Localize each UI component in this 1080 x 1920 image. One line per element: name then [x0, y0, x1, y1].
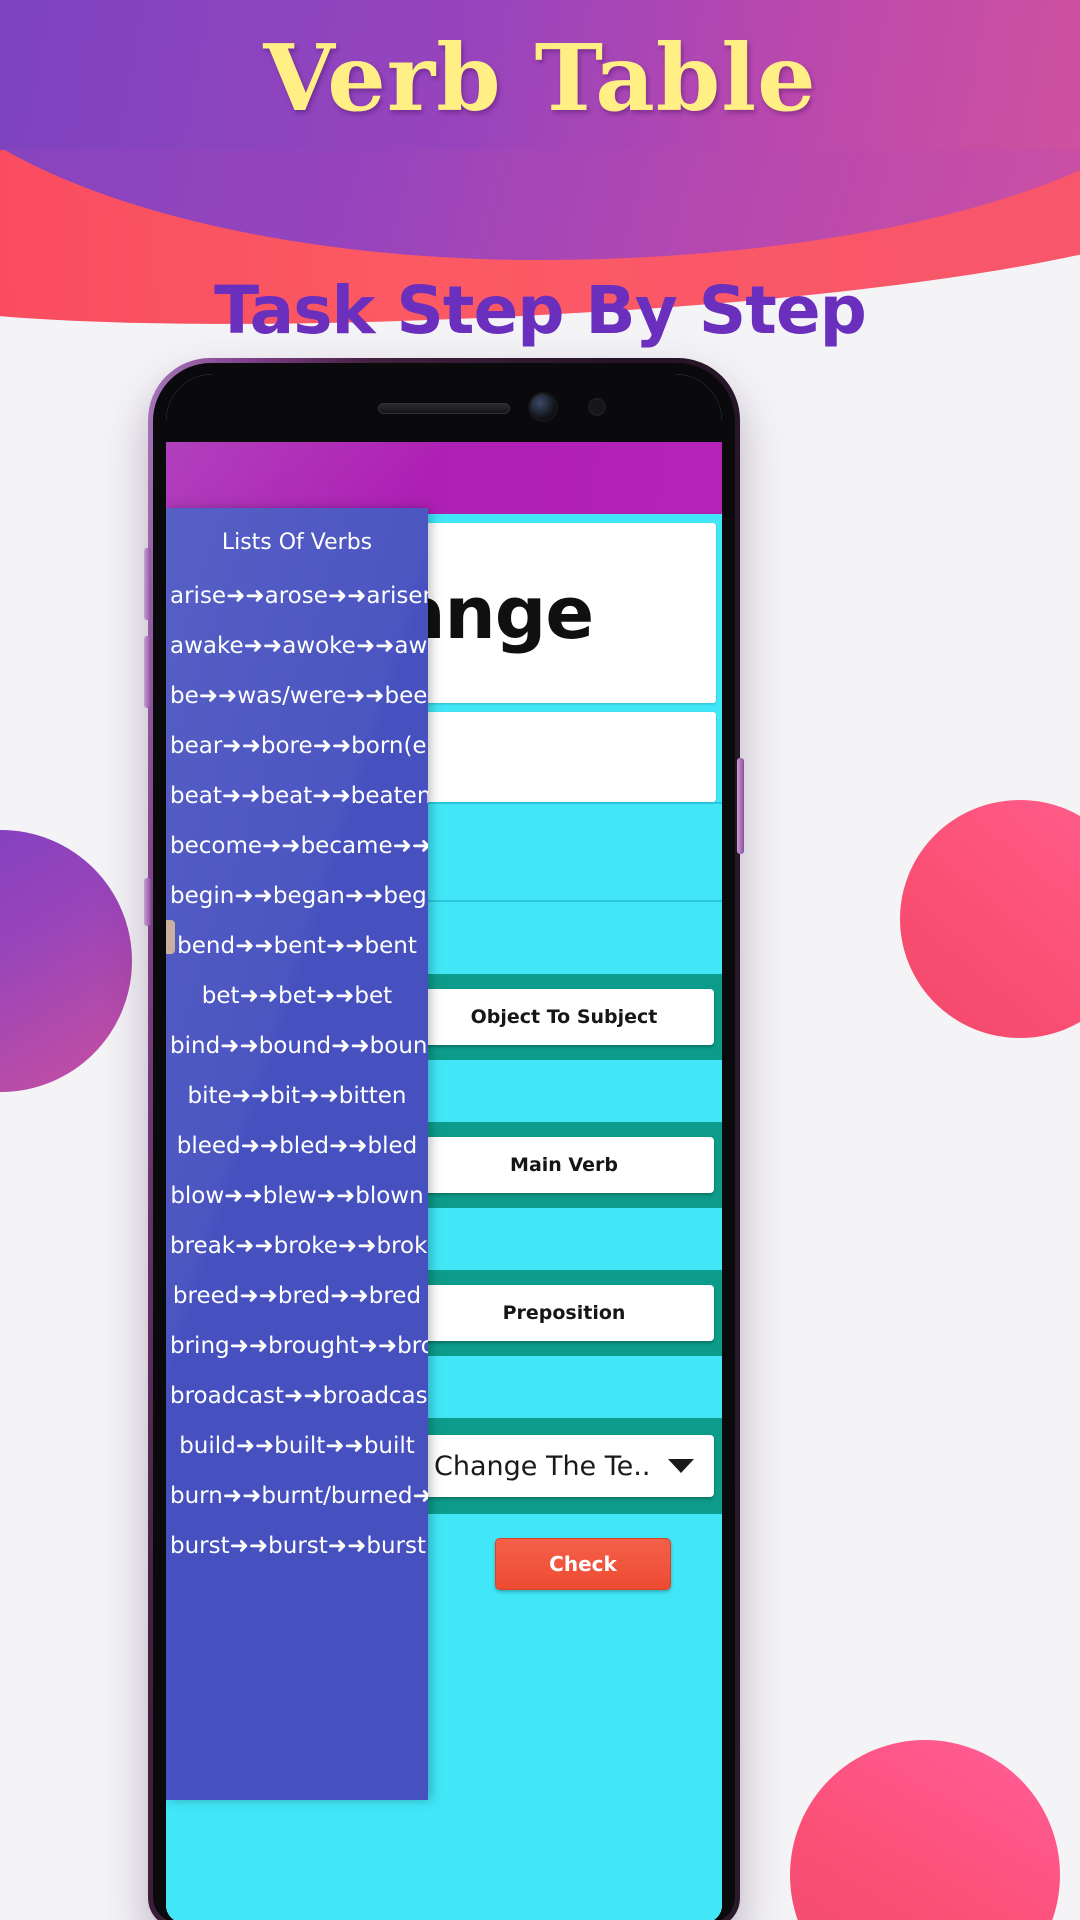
preposition-button[interactable]: Preposition: [414, 1285, 714, 1341]
verb-list-item[interactable]: beat➜➜beat➜➜beaten: [166, 771, 428, 821]
toolbar-sheen: [166, 442, 722, 514]
verb-list-item[interactable]: awake➜➜awoke➜➜awoken: [166, 621, 428, 671]
power-button[interactable]: [737, 758, 744, 854]
earpiece-speaker: [378, 402, 510, 414]
app-toolbar: [166, 442, 722, 514]
proximity-sensor-icon: [590, 400, 604, 414]
verb-list-item[interactable]: blow➜➜blew➜➜blown: [166, 1171, 428, 1221]
background-blob-right: [900, 800, 1080, 1038]
background-blob-left: [0, 830, 132, 1092]
verb-list-item[interactable]: arise➜➜arose➜➜arisen: [166, 571, 428, 621]
background-blob-bottom: [790, 1740, 1060, 1920]
verb-list-item[interactable]: breed➜➜bred➜➜bred: [166, 1271, 428, 1321]
verb-list-item[interactable]: burst➜➜burst➜➜burst: [166, 1521, 428, 1571]
verb-list-item[interactable]: begin➜➜began➜➜begun: [166, 871, 428, 921]
verb-list-item[interactable]: become➜➜became➜➜become: [166, 821, 428, 871]
volume-up-button[interactable]: [144, 548, 151, 620]
verb-list-drawer[interactable]: Lists Of Verbs arise➜➜arose➜➜arisen awake…: [166, 508, 428, 1800]
verb-list-title: Lists Of Verbs: [221, 530, 373, 555]
drawer-handle[interactable]: [166, 920, 175, 954]
front-camera-icon: [530, 394, 556, 420]
verb-list-item[interactable]: be➜➜was/were➜➜been: [166, 671, 428, 721]
phone-top-hardware: [166, 374, 722, 442]
verb-list-item[interactable]: bear➜➜bore➜➜born(e): [166, 721, 428, 771]
verb-list-item[interactable]: bring➜➜brought➜➜brought: [166, 1321, 428, 1371]
chevron-down-icon: [668, 1459, 694, 1473]
verb-list-item[interactable]: bite➜➜bit➜➜bitten: [166, 1071, 428, 1121]
volume-down-button[interactable]: [144, 636, 151, 708]
check-button[interactable]: Check: [495, 1538, 671, 1590]
object-to-subject-button[interactable]: Object To Subject: [414, 989, 714, 1045]
verb-list-item[interactable]: bend➜➜bent➜➜bent: [166, 921, 428, 971]
phone-bezel: Change Object ➜ Subject: [153, 363, 735, 1920]
verb-list-item[interactable]: build➜➜built➜➜built: [166, 1421, 428, 1471]
section-title: Task Step By Step: [214, 272, 867, 349]
main-verb-button[interactable]: Main Verb: [414, 1137, 714, 1193]
change-tense-dropdown[interactable]: Change The Te..: [414, 1435, 714, 1497]
verb-list-item[interactable]: broadcast➜➜broadcast➜➜br..: [166, 1371, 428, 1421]
verb-list[interactable]: arise➜➜arose➜➜arisenawake➜➜awoke➜➜awoken…: [166, 571, 428, 1571]
verb-list-item[interactable]: bind➜➜bound➜➜bound: [166, 1021, 428, 1071]
verb-list-item[interactable]: bleed➜➜bled➜➜bled: [166, 1121, 428, 1171]
phone-mockup: Change Object ➜ Subject: [144, 358, 744, 1920]
assistant-button[interactable]: [144, 878, 151, 926]
phone-screen: Change Object ➜ Subject: [166, 374, 722, 1920]
page-title: Verb Table: [263, 24, 817, 132]
verb-list-item[interactable]: break➜➜broke➜➜broken: [166, 1221, 428, 1271]
verb-list-item[interactable]: burn➜➜burnt/burned➜➜burnt..: [166, 1471, 428, 1521]
change-tense-selected-value: Change The Te..: [434, 1450, 651, 1482]
verb-list-item[interactable]: bet➜➜bet➜➜bet: [166, 971, 428, 1021]
